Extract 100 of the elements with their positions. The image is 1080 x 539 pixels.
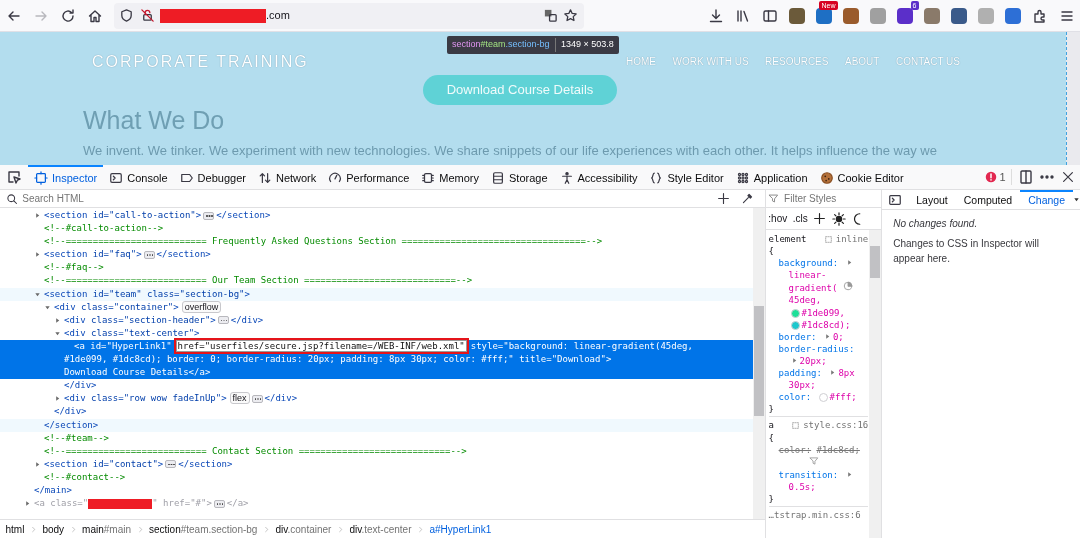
download-icon[interactable]: [707, 7, 724, 24]
scrollbar[interactable]: [752, 208, 765, 519]
extension-icon[interactable]: [950, 7, 967, 24]
search-field[interactable]: Search HTML: [20, 190, 621, 207]
collapse-arrow-icon[interactable]: [44, 303, 51, 311]
markup-tag[interactable]: <div class="container">: [54, 301, 179, 312]
sidebar-icon[interactable]: [761, 7, 778, 24]
breadcrumb[interactable]: body: [42, 521, 65, 537]
markup-tag[interactable]: <div class="text-center">: [64, 327, 200, 338]
css-property[interactable]: border-radius:: [778, 343, 855, 354]
add-icon[interactable]: [716, 192, 730, 205]
collapsed-content-icon[interactable]: [251, 394, 263, 403]
css-value[interactable]: 0.5s;: [788, 481, 816, 492]
expand-arrow-icon[interactable]: [24, 500, 31, 508]
markup-tag[interactable]: <div class="row wow fadeInUp">: [64, 393, 227, 404]
add-icon[interactable]: [813, 212, 827, 225]
rule-source[interactable]: …tstrap.min.css:6: [768, 509, 869, 522]
markup-tag[interactable]: #1de099, #1dc8cd); border: 0; border-radius: 20px; padding: 8px 30px; color: #fff;" title="Download">: [64, 353, 751, 367]
markup-tag[interactable]: <section id="contact">: [44, 458, 164, 469]
devtools-tab[interactable]: Storage: [485, 164, 554, 190]
expand-arrow-icon[interactable]: [845, 259, 853, 267]
css-property[interactable]: background:: [778, 258, 839, 269]
devtools-tab[interactable]: Cookie Editor: [813, 164, 910, 190]
devtools-tab[interactable]: Network: [251, 164, 323, 190]
scrollbar[interactable]: [1066, 32, 1080, 165]
css-property[interactable]: padding:: [778, 368, 822, 379]
toggle-button[interactable]: .cls: [792, 211, 808, 226]
collapse-arrow-icon[interactable]: [34, 290, 41, 298]
devtools-tab[interactable]: Inspector: [28, 164, 104, 190]
css-value[interactable]: linear-: [788, 270, 827, 281]
expand-arrow-icon[interactable]: [790, 356, 798, 364]
extension-icon[interactable]: [923, 7, 940, 24]
panel-tab[interactable]: Computed: [955, 189, 1021, 210]
expand-arrow-icon[interactable]: [34, 460, 41, 468]
rule-source[interactable]: inline: [835, 233, 869, 246]
expand-arrow-icon[interactable]: [34, 251, 41, 259]
breadcrumb[interactable]: div.text-center: [349, 521, 412, 537]
sun-icon[interactable]: [831, 211, 846, 226]
devtools-tab[interactable]: Performance: [322, 164, 416, 190]
breadcrumb[interactable]: section#team.section-bg: [149, 521, 258, 537]
home-icon[interactable]: [86, 7, 103, 24]
markup-tag[interactable]: <div class="section-header">: [64, 314, 216, 325]
expand-arrow-icon[interactable]: [829, 369, 837, 377]
expand-arrow-icon[interactable]: [823, 332, 831, 340]
devtools-tab[interactable]: Console: [103, 164, 174, 190]
css-property[interactable]: color:: [778, 444, 812, 455]
breadcrumb[interactable]: a#HyperLink1: [429, 521, 492, 537]
element-picker-icon[interactable]: [6, 169, 22, 185]
markup-tag[interactable]: <a id="HyperLink1": [74, 340, 172, 351]
css-value[interactable]: #1de099,: [801, 307, 845, 318]
devtools-tab[interactable]: Accessibility: [553, 164, 644, 190]
css-value[interactable]: 30px;: [788, 380, 816, 391]
collapsed-content-icon[interactable]: [213, 499, 225, 508]
toggle-button[interactable]: :hov: [768, 211, 788, 226]
collapsed-content-icon[interactable]: [165, 460, 177, 469]
shield-icon[interactable]: [119, 8, 134, 23]
star-icon[interactable]: [563, 8, 578, 23]
css-property[interactable]: color:: [778, 392, 812, 403]
color-swatch[interactable]: [818, 393, 828, 403]
lock-strike-icon[interactable]: [139, 8, 155, 23]
translate-icon[interactable]: [542, 8, 558, 23]
dropdown-caret-icon[interactable]: [1073, 196, 1080, 203]
markup-tag[interactable]: <section id="faq">: [44, 249, 142, 260]
breadcrumb[interactable]: main#main: [82, 521, 132, 537]
breadcrumb[interactable]: html: [5, 521, 25, 537]
css-property[interactable]: transition:: [778, 469, 839, 480]
filter-field[interactable]: Filter Styles: [782, 190, 868, 207]
dotted-square-icon[interactable]: [791, 420, 801, 430]
devtools-tab[interactable]: Memory: [415, 164, 485, 190]
css-value[interactable]: 20px;: [799, 355, 827, 366]
attribute-edit-field[interactable]: href="userfiles/secure.jsp?filename=/WEB-INF/web.xml": [175, 339, 467, 352]
breadcrumb[interactable]: div.container: [275, 521, 332, 537]
collapsed-content-icon[interactable]: [203, 211, 215, 220]
expand-arrow-icon[interactable]: [845, 470, 853, 478]
expand-arrow-icon[interactable]: [34, 212, 41, 219]
dotted-square-icon[interactable]: [823, 234, 833, 244]
css-value[interactable]: #fff;: [829, 392, 857, 403]
color-swatch[interactable]: [790, 308, 800, 318]
panel-tab[interactable]: Layout: [908, 189, 956, 210]
markup-tag[interactable]: <section id="call-to-action">: [44, 210, 202, 220]
library-icon[interactable]: [734, 7, 751, 24]
collapse-arrow-icon[interactable]: [54, 329, 61, 337]
panel-tab[interactable]: Change: [1020, 189, 1073, 210]
devtools-tab[interactable]: Debugger: [173, 164, 252, 190]
rule-source[interactable]: style.css:16: [803, 419, 869, 432]
css-value[interactable]: 45deg,: [788, 295, 822, 306]
address-bar[interactable]: .com: [113, 2, 584, 29]
color-swatch[interactable]: [790, 320, 800, 330]
devtools-tab[interactable]: Style Editor: [643, 164, 730, 190]
layout-badge[interactable]: flex: [229, 392, 250, 405]
css-value[interactable]: #1dc8cd);: [801, 319, 851, 330]
close-icon[interactable]: [1060, 170, 1075, 184]
eyedropper-icon[interactable]: [740, 192, 754, 205]
extension-icon[interactable]: [842, 7, 859, 24]
puzzle-icon[interactable]: [1031, 7, 1048, 24]
css-value[interactable]: 0;: [832, 331, 844, 342]
css-value[interactable]: gradient(: [788, 283, 838, 294]
reload-icon[interactable]: [59, 7, 76, 24]
dock-icon[interactable]: [1017, 169, 1034, 185]
css-value[interactable]: 8px: [838, 368, 855, 379]
